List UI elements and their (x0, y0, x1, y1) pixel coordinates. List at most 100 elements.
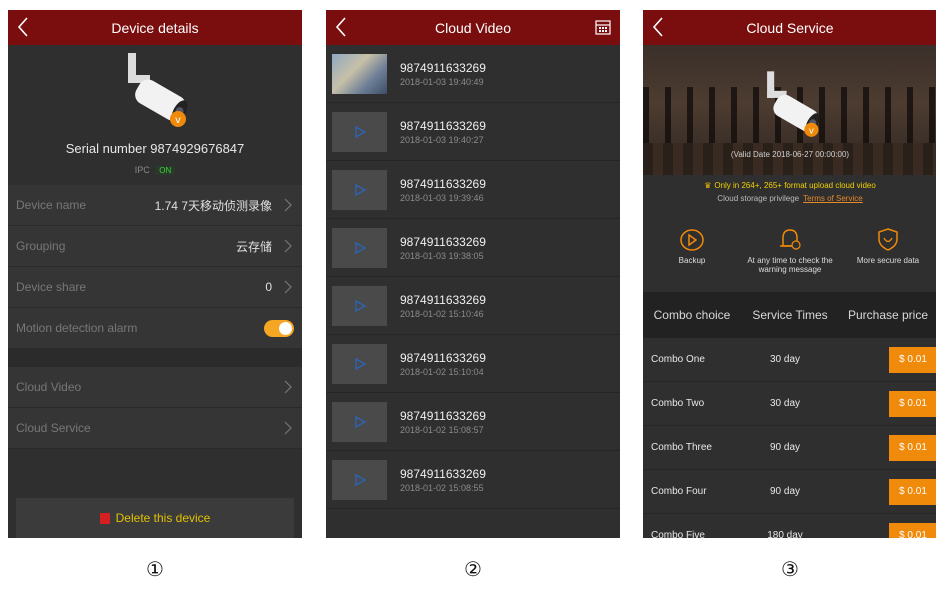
price-button[interactable]: $ 0.01 (889, 346, 936, 373)
video-list-item[interactable]: 9874911633269 2018-01-03 19:40:27 (326, 103, 620, 161)
video-title: 9874911633269 (400, 234, 486, 249)
play-icon (355, 357, 367, 370)
price-button[interactable]: $ 0.01 (889, 478, 936, 505)
video-info: 9874911633269 2018-01-03 19:38:05 (400, 235, 486, 261)
motion-alarm-row: Motion detection alarm (8, 308, 302, 349)
banner-pier (643, 143, 936, 175)
table-row: Combo Four 90 day $ 0.01 (643, 470, 936, 514)
table-row: Combo Two 30 day $ 0.01 (643, 382, 936, 426)
video-list-item[interactable]: 9874911633269 2018-01-02 15:08:55 (326, 451, 620, 509)
valid-date: (Valid Date 2018-06-27 00:00:00) (730, 150, 850, 159)
row-label: Grouping (16, 239, 66, 253)
table-row: Combo Three 90 day $ 0.01 (643, 426, 936, 470)
play-icon (355, 299, 367, 312)
combo-time: 180 day (767, 530, 803, 538)
status-badge: ON (155, 166, 176, 175)
ipc-label: IPC (134, 165, 150, 175)
row-value: 0 (265, 280, 272, 294)
video-list-item[interactable]: 9874911633269 2018-01-02 15:08:57 (326, 393, 620, 451)
video-title: 9874911633269 (400, 176, 486, 191)
video-date: 2018-01-02 15:08:55 (400, 482, 484, 493)
price-button[interactable]: $ 0.01 (889, 390, 936, 417)
device-name-row[interactable]: Device name 1.74 7天移动侦测录像 (8, 185, 302, 226)
video-title: 9874911633269 (400, 60, 486, 75)
crown-icon: ♛ (704, 181, 712, 190)
video-info: 9874911633269 2018-01-02 15:08:55 (400, 467, 486, 493)
video-date: 2018-01-03 19:40:27 (400, 134, 484, 145)
combo-time: 90 day (769, 486, 801, 497)
chevron-right-icon (284, 280, 292, 294)
page-title: Cloud Service (746, 19, 834, 36)
combo-time: 30 day (769, 398, 801, 409)
delete-device-button[interactable]: Delete this device (16, 498, 294, 538)
combo-time: 90 day (769, 442, 801, 453)
back-arrow-icon[interactable] (14, 14, 34, 40)
play-icon (355, 183, 367, 196)
video-thumbnail (332, 169, 387, 210)
shield-icon (878, 228, 898, 251)
row-value: 1.74 7天移动侦测录像 (154, 198, 272, 213)
motion-alarm-toggle[interactable] (264, 320, 294, 337)
page-title: Cloud Video (434, 19, 512, 36)
play-icon (355, 415, 367, 428)
video-title: 9874911633269 (400, 292, 486, 307)
video-thumbnail (332, 285, 387, 326)
video-list-item[interactable]: 9874911633269 2018-01-02 15:10:46 (326, 277, 620, 335)
video-thumbnail (332, 53, 387, 94)
video-list-item[interactable]: 9874911633269 2018-01-03 19:39:46 (326, 161, 620, 219)
video-info: 9874911633269 2018-01-02 15:10:04 (400, 351, 486, 377)
column-header: Combo choice (653, 308, 731, 322)
video-info: 9874911633269 2018-01-02 15:08:57 (400, 409, 486, 435)
column-header: Purchase price (847, 308, 929, 322)
back-arrow-icon[interactable] (649, 14, 669, 40)
trash-icon (99, 512, 110, 524)
caption-1: ① (146, 559, 164, 581)
combo-name: Combo Three (651, 442, 712, 453)
video-list-item[interactable]: 9874911633269 2018-01-03 19:38:05 (326, 219, 620, 277)
feature-backup: Backup (643, 220, 741, 292)
format-notice: ♛ Only in 264+, 265+ format upload cloud … (643, 175, 936, 220)
play-icon (355, 241, 367, 254)
video-thumbnail (332, 227, 387, 268)
combo-name: Combo Two (651, 398, 705, 409)
video-title: 9874911633269 (400, 466, 486, 481)
video-date: 2018-01-02 15:10:04 (400, 366, 484, 377)
play-icon (355, 473, 367, 486)
video-title: 9874911633269 (400, 350, 486, 365)
feature-warning: At any time to check the warning message (741, 220, 839, 292)
video-list-item[interactable]: 9874911633269 2018-01-03 19:40:49 (326, 45, 620, 103)
header: Cloud Video (326, 10, 620, 45)
back-arrow-icon[interactable] (332, 14, 352, 40)
cloud-service-screen: Cloud Service v (Valid Date 2018-06-27 0… (643, 10, 936, 538)
row-label: Cloud Video (16, 380, 82, 394)
price-button[interactable]: $ 0.01 (889, 434, 936, 461)
combo-time: 30 day (769, 354, 801, 365)
grouping-row[interactable]: Grouping 云存储 (8, 226, 302, 267)
cloud-video-row[interactable]: Cloud Video (8, 367, 302, 408)
price-cell: $ 0.01 (829, 434, 936, 461)
price-button[interactable]: $ 0.01 (889, 522, 936, 538)
video-date: 2018-01-03 19:39:46 (400, 192, 484, 203)
bell-icon (780, 229, 801, 250)
video-thumbnail (332, 111, 387, 152)
cloud-service-row[interactable]: Cloud Service (8, 408, 302, 449)
calendar-icon[interactable] (594, 18, 612, 36)
camera-icon: v (767, 71, 820, 137)
device-share-row[interactable]: Device share 0 (8, 267, 302, 308)
terms-link[interactable]: Terms of Service (803, 194, 863, 203)
row-label: Motion detection alarm (16, 321, 138, 335)
video-list: 9874911633269 2018-01-03 19:40:49 98749116… (326, 45, 620, 509)
video-date: 2018-01-03 19:40:49 (400, 76, 484, 87)
video-thumbnail (332, 459, 387, 500)
combo-name: Combo One (651, 354, 705, 365)
caption-3: ③ (781, 559, 799, 581)
video-list-item[interactable]: 9874911633269 2018-01-02 15:10:04 (326, 335, 620, 393)
svg-text:v: v (175, 115, 181, 126)
video-thumbnail (332, 343, 387, 384)
page-title: Device details (111, 19, 199, 36)
combo-name: Combo Four (651, 486, 707, 497)
video-info: 9874911633269 2018-01-02 15:10:46 (400, 293, 486, 319)
combo-table: Combo One 30 day $ 0.01 Combo Two 30 day $ 0.… (643, 338, 936, 538)
video-date: 2018-01-02 15:10:46 (400, 308, 484, 319)
chevron-right-icon (284, 421, 292, 435)
